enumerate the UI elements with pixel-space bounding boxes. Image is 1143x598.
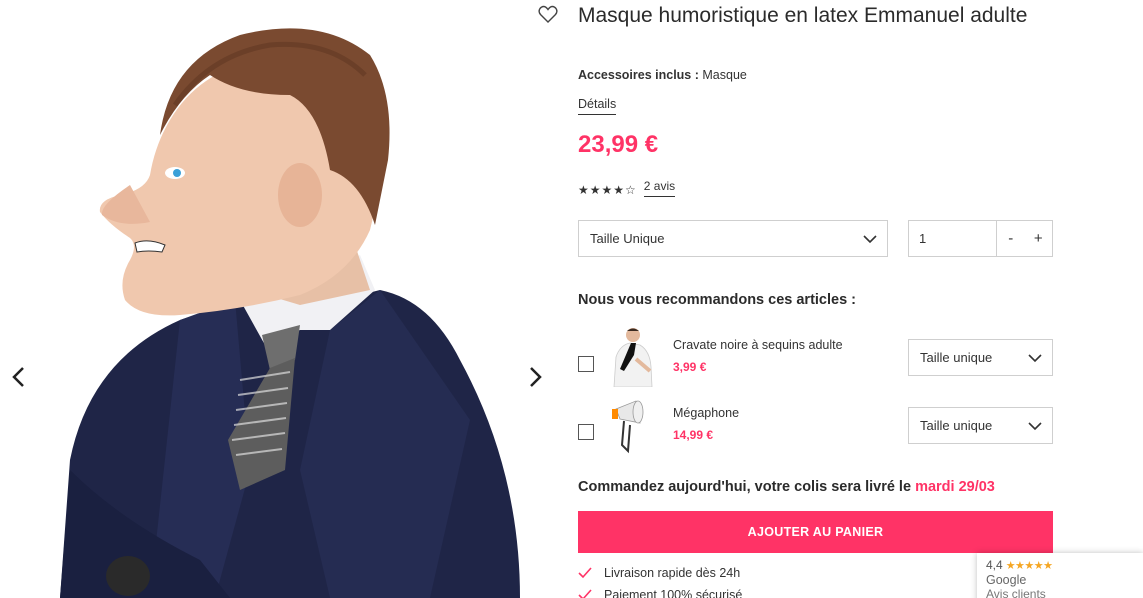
product-rating: ★★★★☆ 2 avis	[578, 179, 676, 199]
accessories-label: Accessoires inclus :	[578, 68, 699, 82]
product-price: 23,99 €	[578, 131, 659, 158]
delivery-date: mardi 29/03	[915, 479, 995, 495]
delivery-info: Commandez aujourd'hui, votre colis sera …	[578, 479, 995, 495]
recommendation-size-select[interactable]: Taille unique	[908, 339, 1053, 376]
quantity-stepper: - +	[908, 220, 1053, 257]
chevron-left-icon	[12, 367, 24, 387]
accessories-info: Accessoires inclus : Masque	[578, 68, 747, 82]
product-gallery	[0, 0, 560, 598]
google-reviews-badge[interactable]: 4,4 ★★★★★ Google Avis clients	[977, 553, 1143, 598]
recommendation-item: Cravate noire à sequins adulte 3,99 € Ta…	[578, 327, 1054, 387]
details-link[interactable]: Détails	[578, 97, 617, 115]
chevron-down-icon	[1028, 354, 1042, 363]
size-select-value: Taille Unique	[590, 231, 665, 246]
gallery-prev-button[interactable]	[4, 362, 34, 392]
check-icon	[578, 589, 592, 598]
quantity-decrease-button[interactable]: -	[997, 221, 1025, 256]
recommendation-size-value: Taille unique	[920, 418, 993, 433]
megaphone-product-thumbnail	[606, 395, 656, 455]
recommendation-checkbox[interactable]	[578, 424, 594, 440]
rating-stars: ★★★★☆	[578, 183, 637, 197]
reviews-link[interactable]: 2 avis	[643, 179, 676, 197]
recommendation-checkbox[interactable]	[578, 356, 594, 372]
delivery-text: Commandez aujourd'hui, votre colis sera …	[578, 479, 912, 495]
favorite-button[interactable]	[537, 3, 559, 25]
quantity-input[interactable]	[909, 221, 997, 256]
perk-label: Paiement 100% sécurisé	[604, 588, 743, 598]
recommendation-size-value: Taille unique	[920, 350, 993, 365]
check-icon	[578, 567, 592, 579]
quantity-increase-button[interactable]: +	[1025, 221, 1053, 256]
recommendation-name[interactable]: Mégaphone	[673, 406, 739, 420]
product-title: Masque humoristique en latex Emmanuel ad…	[578, 4, 1028, 27]
google-sublabel: Avis clients	[986, 587, 1046, 598]
recommendation-size-select[interactable]: Taille unique	[908, 407, 1053, 444]
add-to-cart-button[interactable]: AJOUTER AU PANIER	[578, 511, 1053, 553]
gallery-next-button[interactable]	[520, 362, 550, 392]
chevron-down-icon	[1028, 422, 1042, 431]
recommendation-name[interactable]: Cravate noire à sequins adulte	[673, 338, 843, 352]
perk-item: Paiement 100% sécurisé	[578, 588, 742, 598]
heart-icon	[538, 5, 558, 23]
chevron-right-icon	[530, 367, 542, 387]
chevron-down-icon	[863, 235, 877, 244]
perk-label: Livraison rapide dès 24h	[604, 566, 741, 580]
google-score-value: 4,4	[986, 558, 1003, 572]
google-score: 4,4 ★★★★★	[986, 558, 1143, 572]
perk-item: Livraison rapide dès 24h	[578, 566, 740, 580]
recommendation-price: 14,99 €	[673, 428, 714, 442]
google-stars: ★★★★★	[1005, 558, 1053, 572]
recommendation-price: 3,99 €	[673, 360, 707, 374]
recommendations-title: Nous vous recommandons ces articles :	[578, 292, 857, 308]
recommendation-item: Mégaphone 14,99 € Taille unique	[578, 395, 1054, 455]
product-photo	[60, 28, 520, 598]
google-label: Google	[986, 573, 1027, 587]
tie-product-thumbnail	[606, 327, 656, 387]
size-select[interactable]: Taille Unique	[578, 220, 888, 257]
accessories-value: Masque	[702, 68, 747, 82]
